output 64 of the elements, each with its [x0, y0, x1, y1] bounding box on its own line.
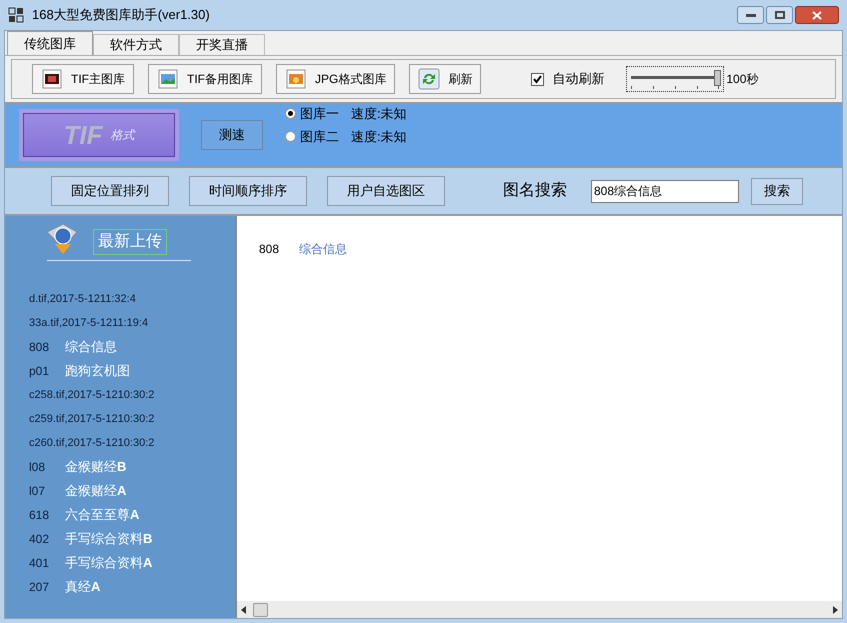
- toolbar-button[interactable]: JPG格式图库: [276, 64, 396, 94]
- speed-test-button[interactable]: 测速: [201, 120, 263, 150]
- tab[interactable]: 传统图库: [7, 31, 93, 55]
- checkbox-box[interactable]: [531, 72, 544, 86]
- radio-button[interactable]: [285, 108, 296, 119]
- entry-code[interactable]: l08: [29, 458, 65, 476]
- search-label: 图名搜索: [503, 180, 567, 201]
- entry-code[interactable]: 401: [29, 554, 65, 572]
- toolbar-button[interactable]: TIF备用图库: [148, 64, 262, 94]
- minimize-button[interactable]: [737, 6, 764, 24]
- entry-code[interactable]: 207: [29, 578, 65, 596]
- upload-entry[interactable]: d.tif,2017-5-1211:32:4: [29, 290, 136, 308]
- latest-uploads-title: 最新上传: [93, 229, 167, 255]
- result-link[interactable]: 综合信息: [299, 240, 348, 258]
- slider-thumb[interactable]: [714, 70, 722, 86]
- tab[interactable]: 开奖直播: [179, 34, 265, 55]
- upload-entry[interactable]: c260.tif,2017-5-1210:30:2: [29, 434, 154, 452]
- entry-name[interactable]: 综合信息: [65, 337, 117, 357]
- source-radio[interactable]: 图库一 速度:未知: [285, 104, 407, 123]
- upload-entry[interactable]: 33a.tif,2017-5-1211:19:4: [29, 314, 148, 332]
- entry-code[interactable]: 402: [29, 530, 65, 548]
- app-icon: [8, 7, 24, 23]
- picture-file-icon: [41, 68, 63, 90]
- logo-text: TIF: [64, 118, 102, 152]
- entry-name[interactable]: 手写综合资料B: [65, 529, 152, 549]
- horizontal-scrollbar[interactable]: [237, 601, 842, 618]
- upload-entry[interactable]: c259.tif,2017-5-1210:30:2: [29, 410, 154, 428]
- entry-code[interactable]: 808: [29, 338, 65, 356]
- entry-code[interactable]: p01: [29, 362, 65, 380]
- sort-button[interactable]: 固定位置排列: [51, 176, 169, 206]
- close-button[interactable]: [795, 6, 839, 24]
- logo-subtext: 格式: [110, 127, 134, 144]
- search-field[interactable]: 808综合信息: [591, 180, 739, 202]
- interval-reading: 100秒: [726, 71, 758, 88]
- entry-name[interactable]: 六合至至尊A: [65, 505, 140, 525]
- scroll-left-icon[interactable]: [241, 606, 247, 614]
- upload-entry[interactable]: c258.tif,2017-5-1210:30:2: [29, 386, 154, 404]
- close-icon: [812, 10, 822, 20]
- tab[interactable]: 软件方式: [93, 34, 179, 55]
- sort-button[interactable]: 时间顺序排序: [189, 176, 307, 206]
- interval-slider[interactable]: [626, 66, 724, 92]
- maximize-button[interactable]: [766, 6, 793, 24]
- auto-refresh-checkbox[interactable]: 自动刷新: [531, 69, 604, 89]
- entry-name[interactable]: 跑狗玄机图: [65, 361, 130, 381]
- toolbar-button[interactable]: TIF主图库: [32, 64, 134, 94]
- source-radio[interactable]: 图库二 速度:未知: [285, 127, 407, 146]
- entry-name[interactable]: 金猴赌经A: [65, 481, 126, 501]
- checkmark-icon: [533, 74, 542, 84]
- refresh-icon: [418, 68, 440, 90]
- search-button[interactable]: 搜索: [751, 178, 803, 204]
- scroll-right-icon[interactable]: [832, 606, 838, 614]
- entry-name[interactable]: 金猴赌经B: [65, 457, 126, 477]
- sort-button[interactable]: 用户自选图区: [327, 176, 445, 206]
- scroll-thumb[interactable]: [253, 602, 268, 616]
- radio-button[interactable]: [285, 131, 296, 142]
- window-title: 168大型免费图库助手(ver1.30): [32, 6, 211, 24]
- result-code: 808: [259, 241, 280, 258]
- entry-code[interactable]: l07: [29, 482, 65, 500]
- entry-code[interactable]: 618: [29, 506, 65, 524]
- toolbar-button[interactable]: 刷新: [409, 64, 482, 94]
- entry-name[interactable]: 真经A: [65, 577, 100, 597]
- sunset-file-icon: [285, 68, 307, 90]
- entry-name[interactable]: 手写综合资料A: [65, 553, 152, 573]
- landscape-file-icon: [157, 68, 179, 90]
